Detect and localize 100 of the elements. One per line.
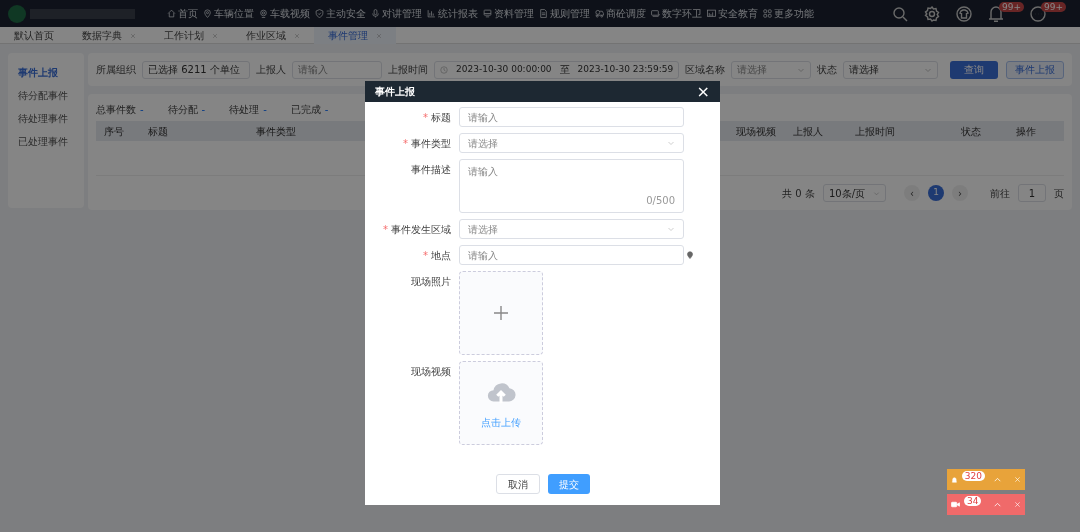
select-field[interactable]: 请选择 bbox=[843, 60, 939, 79]
field-label: * 事件类型 bbox=[403, 138, 451, 149]
field-label: 所属组织 bbox=[96, 63, 136, 77]
close-icon bbox=[294, 32, 300, 39]
nav-item[interactable]: 车载视频 bbox=[257, 6, 312, 21]
settings-icon bbox=[924, 5, 940, 22]
stat-value: - bbox=[324, 103, 329, 117]
query-button[interactable]: 查询 bbox=[950, 60, 998, 79]
field-label: * 标题 bbox=[423, 112, 451, 123]
house-icon bbox=[167, 9, 176, 18]
close-icon bbox=[212, 32, 218, 39]
more-icon bbox=[1030, 5, 1046, 22]
tab[interactable]: 工作计划 bbox=[150, 27, 232, 44]
textarea-field[interactable]: 请输入 0/500 bbox=[459, 159, 684, 213]
sidebar-item[interactable]: 待处理事件 bbox=[8, 107, 84, 130]
nav-item[interactable]: 首页 bbox=[165, 6, 200, 21]
map-pin-icon bbox=[686, 251, 694, 259]
tab[interactable]: 默认首页 bbox=[0, 27, 68, 44]
close-icon bbox=[1014, 476, 1021, 483]
stat-label: 总事件数 bbox=[96, 103, 136, 117]
prev-button[interactable]: ‹ bbox=[904, 185, 920, 201]
submit-button[interactable]: 提交 bbox=[547, 474, 590, 494]
blackboard-icon bbox=[707, 9, 716, 18]
toolbar-button[interactable] bbox=[988, 5, 1004, 22]
sidebar-item[interactable]: 待分配事件 bbox=[8, 84, 84, 107]
cancel-button[interactable]: 取消 bbox=[495, 474, 540, 494]
column-header: 现场视频 bbox=[736, 124, 777, 139]
bar-chart-icon bbox=[427, 9, 436, 18]
stat-value: - bbox=[140, 103, 144, 117]
video-camera-icon bbox=[951, 500, 960, 509]
nav-item[interactable]: 数字环卫 bbox=[649, 6, 704, 21]
dialog-title: 事件上报 bbox=[375, 85, 415, 99]
stat-label: 待分配 bbox=[167, 103, 198, 117]
monitor-icon bbox=[483, 9, 492, 18]
next-button[interactable]: › bbox=[952, 185, 968, 201]
document-icon bbox=[539, 9, 548, 18]
chevron-up-icon bbox=[993, 500, 1002, 509]
select-field[interactable]: 请选择 bbox=[459, 133, 684, 153]
webcam-icon bbox=[259, 9, 268, 18]
column-header: 上报时间 bbox=[855, 124, 896, 139]
stat-label: 待处理 bbox=[229, 103, 260, 117]
chevron-up-icon bbox=[993, 475, 1002, 484]
report-button[interactable]: 事件上报 bbox=[1006, 60, 1064, 79]
logo-icon bbox=[8, 4, 26, 23]
nav-item[interactable]: 安全教育 bbox=[705, 6, 760, 21]
field-label: 上报时间 bbox=[388, 63, 428, 77]
column-header: 上报人 bbox=[793, 124, 824, 139]
collapse-button[interactable] bbox=[993, 500, 1002, 509]
grid-icon bbox=[763, 9, 772, 18]
chevron-down-icon bbox=[667, 139, 675, 147]
nav-item[interactable]: 规则管理 bbox=[537, 6, 592, 21]
nav-item[interactable]: 资料管理 bbox=[481, 6, 536, 21]
sidebar-item[interactable]: 事件上报 bbox=[8, 61, 84, 84]
goto-label: 前往 bbox=[990, 186, 1010, 201]
page-suffix: 页 bbox=[1054, 186, 1064, 201]
close-button[interactable]: × bbox=[696, 79, 710, 104]
search-icon bbox=[892, 5, 908, 22]
field-label: * 地点 bbox=[423, 250, 451, 261]
chevron-down-icon bbox=[667, 225, 675, 233]
tab[interactable]: 事件管理 bbox=[314, 27, 396, 44]
close-button[interactable] bbox=[1014, 501, 1021, 508]
toolbar-button[interactable] bbox=[956, 5, 972, 22]
close-icon bbox=[130, 32, 136, 39]
close-icon bbox=[376, 32, 382, 39]
tab[interactable]: 数据字典 bbox=[68, 27, 150, 44]
video-upload[interactable]: 点击上传 bbox=[459, 361, 543, 445]
total-count: 共 0 条 bbox=[782, 186, 815, 201]
input-field[interactable]: 请输入 bbox=[459, 107, 684, 127]
count-badge: 320 bbox=[961, 471, 985, 481]
select-field[interactable]: 请选择 bbox=[459, 219, 684, 239]
input-field[interactable]: 已选择 6211 个单位 bbox=[142, 60, 250, 79]
nav-item[interactable]: 对讲管理 bbox=[369, 6, 424, 21]
stat-value: - bbox=[201, 103, 206, 117]
nav-item[interactable]: 主动安全 bbox=[313, 6, 368, 21]
nav-item[interactable]: 商砼调度 bbox=[593, 6, 648, 21]
page-size-select[interactable]: 10条/页 bbox=[822, 184, 886, 202]
toolbar-button[interactable] bbox=[1030, 5, 1046, 22]
sidebar-item[interactable]: 已处理事件 bbox=[8, 130, 84, 153]
column-header: 操作 bbox=[1016, 124, 1037, 139]
page-button[interactable]: 1 bbox=[928, 185, 944, 201]
date-range-field[interactable]: 2023-10-30 00:00:00 至 2023-10-30 23:59:59 bbox=[434, 60, 680, 79]
field-label: 现场照片 bbox=[411, 276, 451, 287]
field-label: 现场视频 bbox=[411, 366, 451, 377]
plus-icon bbox=[493, 305, 509, 321]
field-label: 上报人 bbox=[256, 63, 286, 77]
nav-item[interactable]: 车辆位置 bbox=[201, 6, 256, 21]
nav-item[interactable]: 更多功能 bbox=[761, 6, 816, 21]
bell-icon bbox=[988, 5, 1004, 22]
shield-check-icon bbox=[315, 9, 324, 18]
count-badge: 99+ bbox=[999, 1, 1024, 12]
input-field[interactable]: 请输入 bbox=[459, 245, 684, 265]
toolbar-button[interactable] bbox=[892, 5, 908, 22]
count-badge: 34 bbox=[964, 496, 982, 506]
page-input[interactable]: 1 bbox=[1018, 184, 1046, 202]
stat-label: 已完成 bbox=[290, 103, 321, 117]
toolbar-button[interactable] bbox=[924, 5, 940, 22]
column-header: 序号 bbox=[104, 124, 125, 139]
close-icon bbox=[1014, 501, 1021, 508]
nav-item[interactable]: 统计报表 bbox=[425, 6, 480, 21]
tab[interactable]: 作业区域 bbox=[232, 27, 314, 44]
